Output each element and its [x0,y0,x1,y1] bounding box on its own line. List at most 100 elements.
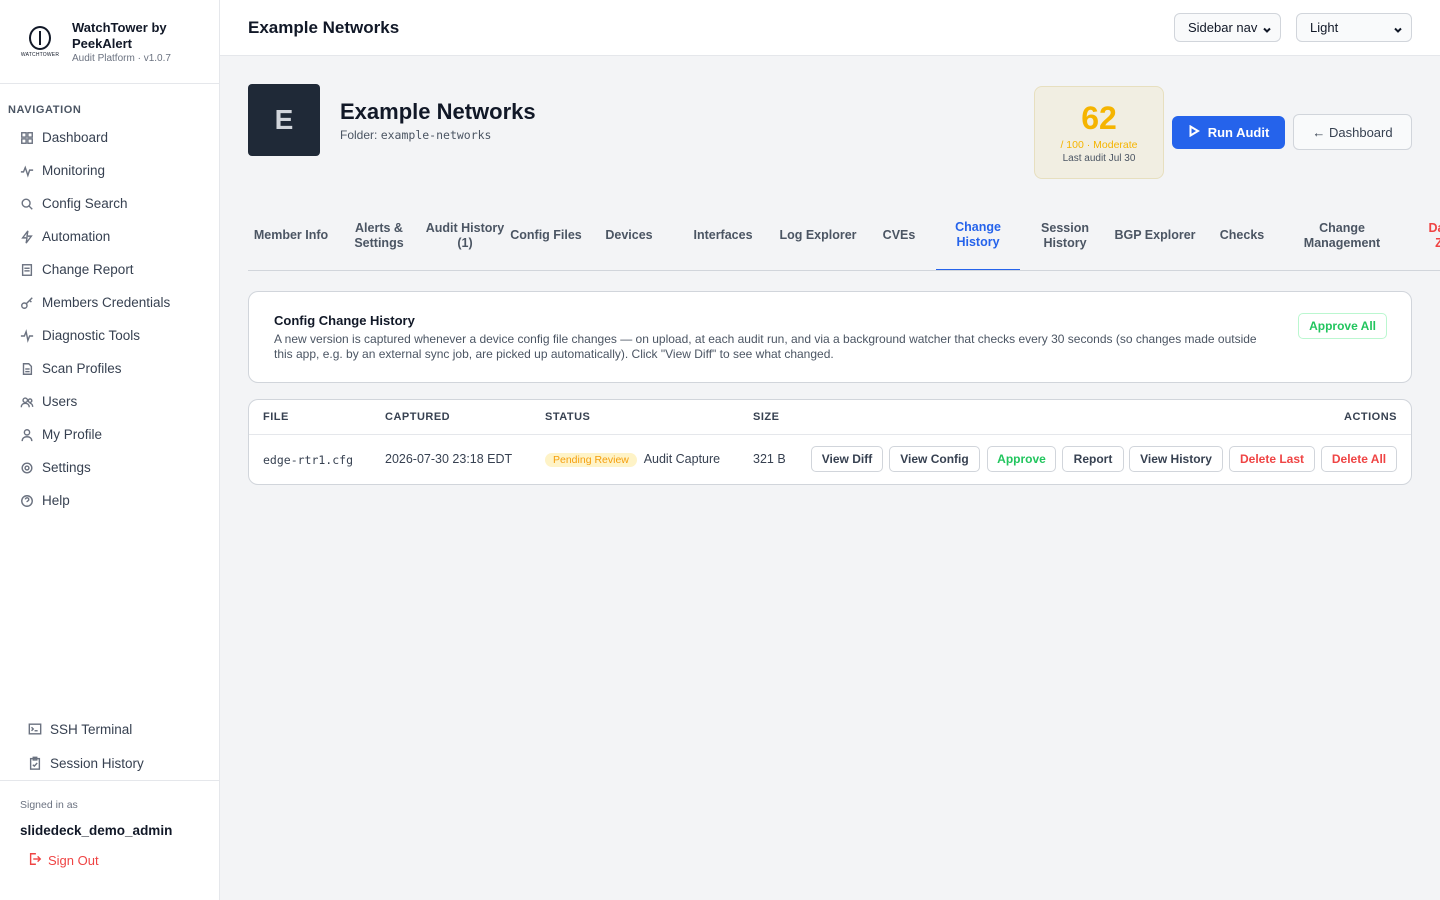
tab-interfaces[interactable]: Interfaces [672,200,774,270]
dashboard-back-button[interactable]: ← Dashboard [1293,114,1412,150]
tab-audit-history[interactable]: Audit History (1) [424,200,506,270]
report-button[interactable]: Report [1062,446,1124,472]
signed-in-label: Signed in as [20,799,78,811]
tab-checks[interactable]: Checks [1200,200,1284,270]
row-status: Pending Review Audit Capture [545,452,720,467]
tab-danger-zone[interactable]: Danger Zone [1420,200,1440,270]
score-value: 62 [1081,100,1117,136]
status-text: Audit Capture [643,452,721,466]
tab-bar: Member Info Alerts & Settings Audit Hist… [248,200,1440,271]
tab-change-management[interactable]: Change Management [1284,200,1400,270]
top-bar: Example Networks Sidebar nav Light [220,0,1440,56]
row-file: edge-rtr1.cfg [263,453,354,467]
chevron-down-icon [1262,23,1272,33]
sidebar-item-my-profile[interactable]: My Profile [0,418,219,451]
sidebar-item-label: Help [42,493,70,508]
audit-score-card: 62 / 100 · Moderate Last audit Jul 30 [1034,86,1164,179]
sidebar-item-label: Settings [42,460,91,475]
sidebar-item-label: My Profile [42,427,103,442]
sign-out-button[interactable]: Sign Out [28,852,199,869]
tab-config-files[interactable]: Config Files [506,200,586,270]
run-audit-button[interactable]: Run Audit [1172,116,1285,149]
card-description: A new version is captured whenever a dev… [274,332,1257,361]
user-icon [20,428,34,442]
pulse-icon [20,328,34,343]
sidebar-item-config-search[interactable]: Config Search [0,187,219,220]
theme-select[interactable]: Light [1296,13,1412,42]
brand[interactable]: WATCHTOWER WatchTower by PeekAlert Audit… [0,0,219,84]
sidebar-item-monitoring[interactable]: Monitoring [0,154,219,187]
view-history-button[interactable]: View History [1129,446,1223,472]
sidebar: WATCHTOWER WatchTower by PeekAlert Audit… [0,0,220,900]
sidebar-item-automation[interactable]: Automation [0,220,219,253]
sign-out-label: Sign Out [48,853,99,868]
file-icon [20,362,34,376]
sidebar-item-scan-profiles[interactable]: Scan Profiles [0,352,219,385]
logout-icon [28,852,42,869]
column-header-status: STATUS [545,411,591,423]
column-header-size: SIZE [753,411,780,423]
sidebar-item-label: Members Credentials [42,295,171,310]
org-folder: Folder: example-networks [340,128,491,142]
sidebar-item-label: SSH Terminal [50,721,133,737]
sidebar-item-dashboard[interactable]: Dashboard [0,121,219,154]
org-avatar: E [248,84,320,156]
approve-all-button[interactable]: Approve All [1298,313,1387,339]
sidebar-item-change-report[interactable]: Change Report [0,253,219,286]
score-detail: / 100 · Moderate [1060,139,1138,151]
clipboard-icon [28,756,42,770]
sidebar-item-settings[interactable]: Settings [0,451,219,484]
signed-in-panel: Signed in as slidedeck_demo_admin Sign O… [0,780,219,869]
sidebar-item-label: Dashboard [42,130,109,145]
key-icon [20,296,34,310]
tab-devices[interactable]: Devices [586,200,672,270]
org-name: Example Networks [340,99,536,124]
status-badge: Pending Review [545,453,637,467]
last-audit-date: Last audit Jul 30 [1062,153,1136,164]
sidebar-item-members-credentials[interactable]: Members Credentials [0,286,219,319]
sidebar-item-label: Change Report [42,262,134,277]
tab-session-history[interactable]: Session History [1020,200,1110,270]
delete-last-button[interactable]: Delete Last [1229,446,1315,472]
approve-button[interactable]: Approve [987,446,1056,472]
page-title: Example Networks [248,18,400,37]
sidebar-nav: Dashboard Monitoring Config Search Autom… [0,121,219,517]
grid-icon [20,131,34,145]
nav-mode-value: Sidebar nav [1188,20,1258,35]
search-icon [20,197,34,211]
view-diff-button[interactable]: View Diff [811,446,883,472]
sidebar-item-help[interactable]: Help [0,484,219,517]
theme-value: Light [1310,20,1339,35]
nav-mode-select[interactable]: Sidebar nav [1174,13,1281,42]
view-config-button[interactable]: View Config [889,446,980,472]
tab-cves[interactable]: CVEs [862,200,936,270]
bolt-icon [20,229,34,244]
sidebar-item-users[interactable]: Users [0,385,219,418]
tab-member-info[interactable]: Member Info [248,200,334,270]
brand-subtitle: Audit Platform · v1.0.7 [72,52,171,64]
brand-title: WatchTower by PeekAlert [72,19,167,51]
sidebar-item-diagnostic-tools[interactable]: Diagnostic Tools [0,319,219,352]
activity-icon [20,164,34,178]
sidebar-item-session-history[interactable]: Session History [0,746,219,780]
nav-heading: NAVIGATION [8,104,82,116]
sidebar-item-label: Session History [50,755,144,771]
change-history-info-card: Config Change History A new version is c… [248,291,1412,383]
tab-log-explorer[interactable]: Log Explorer [774,200,862,270]
column-header-captured: CAPTURED [385,411,451,423]
sidebar-item-label: Users [42,394,78,409]
row-size: 321 B [753,452,786,466]
column-header-file: FILE [263,411,289,423]
tab-change-history[interactable]: Change History [936,200,1020,270]
sidebar-item-label: Monitoring [42,163,106,178]
signed-in-username: slidedeck_demo_admin [20,823,173,838]
tab-bgp-explorer[interactable]: BGP Explorer [1110,200,1200,270]
tab-alerts-settings[interactable]: Alerts & Settings [334,200,424,270]
row-captured: 2026-07-30 23:18 EDT [385,452,513,466]
sidebar-item-label: Config Search [42,196,128,211]
delete-all-button[interactable]: Delete All [1321,446,1397,472]
help-icon [20,494,34,508]
folder-value: example-networks [380,128,492,142]
sidebar-item-ssh-terminal[interactable]: SSH Terminal [0,712,219,746]
watchtower-logo-icon: WATCHTOWER [21,24,59,60]
